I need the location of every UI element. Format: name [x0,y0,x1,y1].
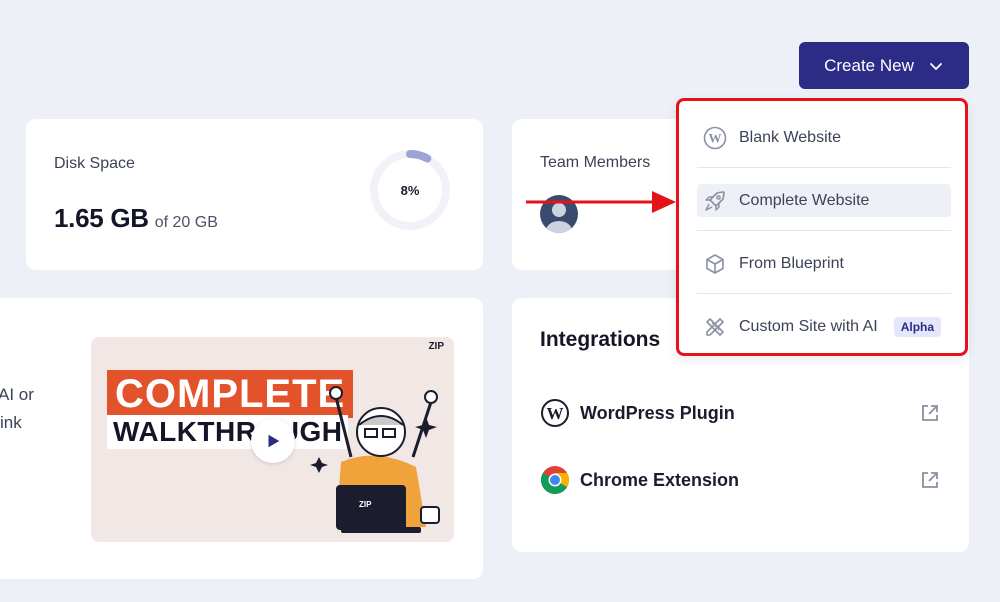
chevron-down-icon [929,62,942,70]
integration-wordpress-plugin[interactable]: W WordPress Plugin [540,398,940,428]
disk-percent-label: 8% [400,182,420,198]
chrome-icon [541,466,569,494]
wordpress-icon: W [541,399,569,427]
svg-text:ZIP: ZIP [359,500,372,509]
external-link-icon[interactable] [919,469,941,491]
create-new-dropdown: W Blank Website Complete Website From Bl… [676,98,968,356]
promo-text-line2: ink [0,413,22,432]
disk-used-value: 1.65 GB [54,203,149,233]
integration-name: WordPress Plugin [580,402,735,423]
play-icon [268,434,280,448]
annotation-arrow [526,191,676,213]
disk-usage: 1.65 GB of 20 GB [54,203,218,234]
menu-divider [697,167,951,168]
alpha-badge: Alpha [893,316,942,337]
cube-icon [706,253,724,274]
menu-item-label: Blank Website [739,128,841,146]
menu-item-label: Complete Website [739,191,870,209]
create-new-button[interactable]: Create New [799,42,969,89]
pencil-ruler-icon [706,317,724,336]
menu-item-from-blueprint[interactable]: From Blueprint [697,247,951,280]
play-button[interactable] [251,419,295,463]
menu-item-custom-site-ai[interactable]: Custom Site with AI Alpha [697,310,951,343]
team-members-label: Team Members [540,154,651,171]
svg-text:W: W [709,130,722,145]
menu-item-label: Custom Site with AI [739,317,878,335]
rocket-icon [705,190,725,211]
integrations-title: Integrations [540,328,661,351]
disk-space-label: Disk Space [54,155,135,172]
walkthrough-video[interactable]: ZIP COMPLETE WALKTHROUGH ZIP [91,337,454,542]
integration-chrome-extension[interactable]: Chrome Extension [540,465,940,495]
create-new-label: Create New [824,55,914,75]
integration-name: Chrome Extension [580,469,740,490]
menu-item-complete-website[interactable]: Complete Website [697,184,951,217]
menu-item-blank-website[interactable]: W Blank Website [697,121,951,154]
menu-divider [697,293,951,294]
disk-usage-ring: 8% [369,149,451,231]
promo-text-line1: AI or [0,385,34,404]
disk-total-value: of 20 GB [154,214,218,231]
disk-space-card: Disk Space 1.65 GB of 20 GB 8% [26,119,483,270]
menu-divider [697,230,951,231]
menu-item-label: From Blueprint [739,254,844,272]
wordpress-icon: W [703,126,727,149]
external-link-icon[interactable] [919,402,941,424]
svg-text:W: W [547,404,564,423]
